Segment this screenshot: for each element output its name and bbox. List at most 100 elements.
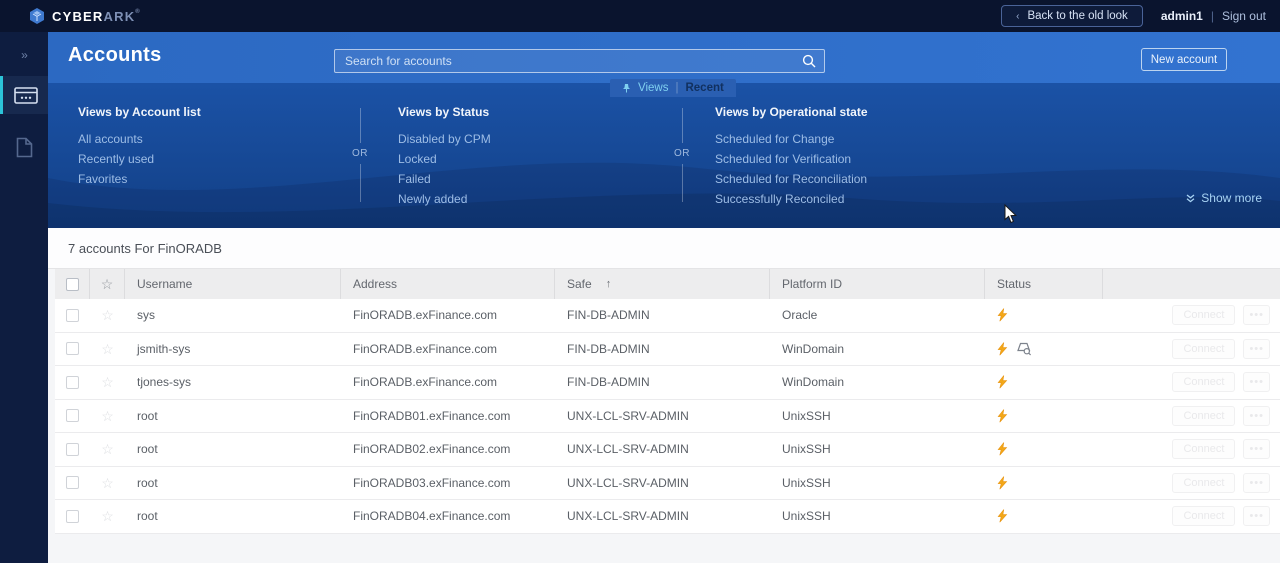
row-select-cell	[55, 366, 90, 399]
table-row[interactable]: ☆ root FinORADB04.exFinance.com UNX-LCL-SRV…	[55, 500, 1280, 534]
table-row[interactable]: ☆ root FinORADB01.exFinance.com UNX-LCL-SRV…	[55, 399, 1280, 433]
tab-views[interactable]: Views	[638, 82, 668, 94]
view-filter-item[interactable]: Disabled by CPM	[398, 129, 491, 149]
status-cell	[985, 299, 1103, 332]
row-checkbox[interactable]	[66, 476, 79, 490]
row-checkbox[interactable]	[66, 409, 79, 423]
brand-text: CYBERARK®	[52, 8, 141, 24]
favorite-star-icon[interactable]: ☆	[101, 342, 114, 356]
platform-cell: UnixSSH	[782, 408, 831, 423]
row-select-cell	[55, 333, 90, 366]
favorite-star-icon[interactable]: ☆	[101, 442, 114, 456]
lightning-status-icon	[997, 342, 1008, 356]
document-icon	[16, 137, 32, 157]
view-filter-item[interactable]: Scheduled for Verification	[715, 149, 868, 169]
username-label: admin1	[1160, 9, 1203, 23]
lightning-status-icon	[997, 442, 1008, 456]
select-all-checkbox[interactable]	[65, 277, 79, 291]
view-filter-item[interactable]: Scheduled for Change	[715, 129, 868, 149]
more-actions-button[interactable]: •••	[1243, 405, 1270, 426]
username-cell: root	[137, 475, 158, 490]
view-filter-item[interactable]: Successfully Reconciled	[715, 189, 868, 209]
sidebar-item-accounts[interactable]	[0, 76, 48, 114]
safe-cell: UNX-LCL-SRV-ADMIN	[567, 442, 689, 457]
status-cell	[985, 333, 1103, 366]
sort-ascending-icon: ↑	[605, 278, 612, 290]
back-to-old-look-button[interactable]: ‹ Back to the old look	[1001, 5, 1143, 27]
column-header-username[interactable]: Username	[125, 269, 341, 299]
view-filter-item[interactable]: All accounts	[78, 129, 201, 149]
more-actions-button[interactable]: •••	[1243, 506, 1270, 527]
star-icon[interactable]: ☆	[101, 277, 114, 291]
views-recent-tab: Views | Recent	[610, 79, 736, 97]
row-select-cell	[55, 400, 90, 433]
favorite-star-icon[interactable]: ☆	[101, 308, 114, 322]
tab-recent[interactable]: Recent	[685, 82, 723, 94]
row-actions-cell: Connect •••	[1103, 500, 1280, 533]
row-favorite-cell: ☆	[90, 366, 125, 399]
more-actions-button[interactable]: •••	[1243, 472, 1270, 493]
username-cell: root	[137, 509, 158, 524]
connect-button[interactable]: Connect	[1172, 439, 1236, 460]
views-item-list: All accounts Recently used Favorites	[78, 129, 201, 189]
view-filter-item[interactable]: Scheduled for Reconciliation	[715, 169, 868, 189]
views-column-heading: Views by Operational state	[715, 105, 868, 119]
column-header-safe[interactable]: Safe ↑	[555, 269, 770, 299]
table-row[interactable]: ☆ root FinORADB02.exFinance.com UNX-LCL-SRV…	[55, 433, 1280, 467]
table-row[interactable]: ☆ jsmith-sys FinORADB.exFinance.com FIN-DB-…	[55, 332, 1280, 366]
favorite-star-icon[interactable]: ☆	[101, 476, 114, 490]
connect-button[interactable]: Connect	[1172, 305, 1236, 326]
search-icon[interactable]	[802, 54, 816, 68]
row-checkbox[interactable]	[66, 308, 79, 322]
connect-button[interactable]: Connect	[1172, 338, 1236, 359]
more-actions-button[interactable]: •••	[1243, 372, 1270, 393]
sign-out-link[interactable]: Sign out	[1222, 9, 1266, 23]
table-row[interactable]: ☆ tjones-sys FinORADB.exFinance.com FIN-DB-…	[55, 366, 1280, 400]
lightning-status-icon	[997, 308, 1008, 322]
connect-button[interactable]: Connect	[1172, 405, 1236, 426]
row-actions-cell: Connect •••	[1103, 467, 1280, 500]
address-cell: FinORADB.exFinance.com	[353, 341, 498, 356]
address-cell: FinORADB02.exFinance.com	[353, 442, 511, 457]
column-header-address[interactable]: Address	[341, 269, 555, 299]
connect-button[interactable]: Connect	[1172, 472, 1236, 493]
views-item-list: Disabled by CPM Locked Failed Newly added	[398, 129, 491, 209]
row-checkbox[interactable]	[66, 342, 79, 356]
more-actions-button[interactable]: •••	[1243, 439, 1270, 460]
safe-cell: UNX-LCL-SRV-ADMIN	[567, 475, 689, 490]
show-more-button[interactable]: Show more	[1186, 191, 1262, 205]
table-header-row: ☆ Username Address Safe ↑ Platform ID Sta…	[55, 269, 1280, 299]
row-checkbox[interactable]	[66, 442, 79, 456]
row-checkbox[interactable]	[66, 509, 79, 523]
connect-button[interactable]: Connect	[1172, 506, 1236, 527]
view-filter-item[interactable]: Failed	[398, 169, 491, 189]
select-all-cell	[55, 269, 90, 299]
more-actions-button[interactable]: •••	[1243, 305, 1270, 326]
search-input[interactable]	[335, 54, 802, 68]
new-account-button[interactable]: New account	[1141, 48, 1227, 71]
tab-separator: |	[675, 82, 679, 94]
row-checkbox[interactable]	[66, 375, 79, 389]
address-cell: FinORADB01.exFinance.com	[353, 408, 511, 423]
accounts-window-icon	[13, 86, 38, 104]
status-cell	[985, 366, 1103, 399]
connect-button[interactable]: Connect	[1172, 372, 1236, 393]
username-cell: root	[137, 442, 158, 457]
favorite-star-icon[interactable]: ☆	[101, 509, 114, 523]
table-row[interactable]: ☆ root FinORADB03.exFinance.com UNX-LCL-SRV…	[55, 466, 1280, 500]
row-favorite-cell: ☆	[90, 467, 125, 500]
sidebar-item-reports[interactable]	[0, 128, 48, 166]
favorite-star-icon[interactable]: ☆	[101, 375, 114, 389]
sidebar-expand-button[interactable]: »	[0, 40, 48, 70]
row-favorite-cell: ☆	[90, 400, 125, 433]
view-filter-item[interactable]: Favorites	[78, 169, 201, 189]
view-filter-item[interactable]: Newly added	[398, 189, 491, 209]
view-filter-item[interactable]: Recently used	[78, 149, 201, 169]
favorite-star-icon[interactable]: ☆	[101, 409, 114, 423]
column-header-status[interactable]: Status	[985, 269, 1103, 299]
more-actions-button[interactable]: •••	[1243, 338, 1270, 359]
row-favorite-cell: ☆	[90, 333, 125, 366]
column-header-platform[interactable]: Platform ID	[770, 269, 985, 299]
table-row[interactable]: ☆ sys FinORADB.exFinance.com FIN-DB-ADMIN Or…	[55, 299, 1280, 333]
view-filter-item[interactable]: Locked	[398, 149, 491, 169]
